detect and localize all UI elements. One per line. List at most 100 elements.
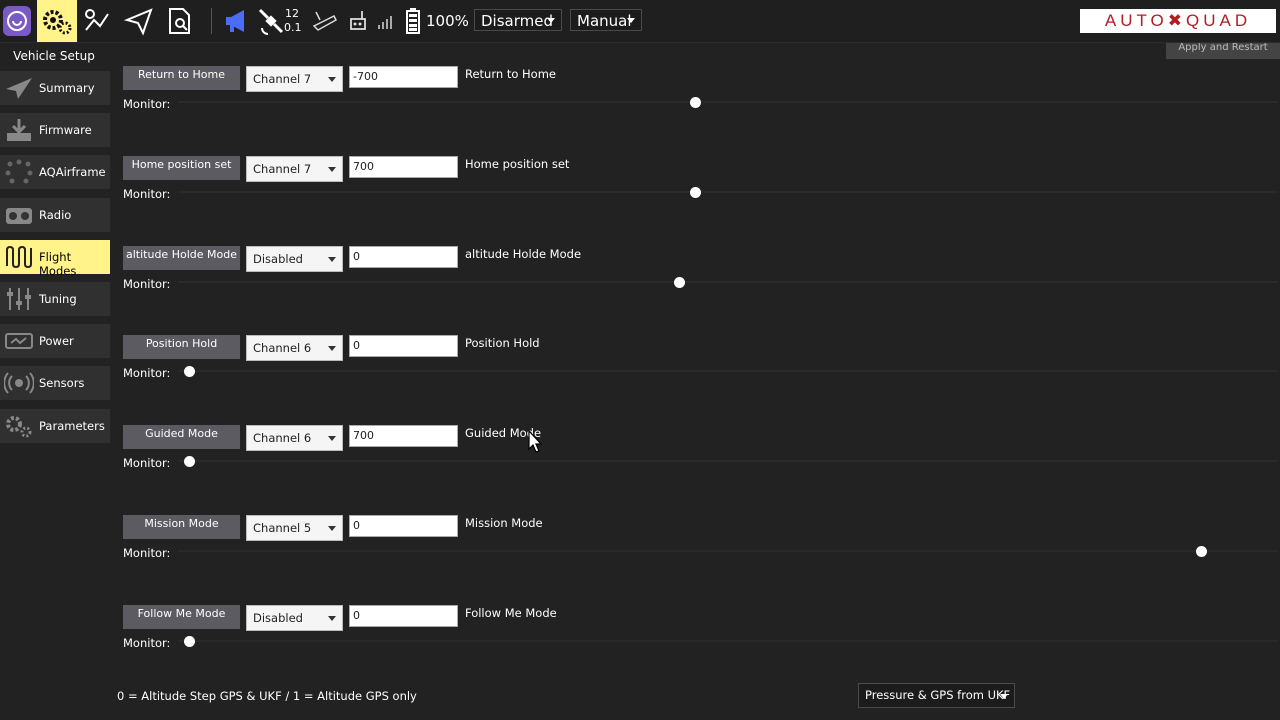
mode-description: Home position set (465, 156, 570, 171)
arm-state-label: Disarmed (481, 12, 553, 30)
channel-dropdown-altitude-holde-mode[interactable]: Disabled (246, 245, 343, 272)
radio-icon (4, 202, 34, 228)
power-icon (4, 328, 34, 354)
value-input-return-to-home[interactable]: -700 (349, 66, 458, 88)
monitor-track-altitude-holde-mode (178, 280, 1278, 283)
channel-dropdown-home-position-set[interactable]: Channel 7 (246, 155, 343, 182)
megaphone-icon[interactable] (222, 6, 252, 36)
monitor-label: Monitor: (123, 635, 171, 650)
value-input-mission-mode[interactable]: 0 (349, 515, 458, 537)
channel-dropdown-label: Channel 7 (253, 161, 312, 176)
channel-dropdown-label: Channel 5 (253, 521, 312, 535)
chevron-down-icon (547, 18, 555, 23)
channel-dropdown-position-hold[interactable]: Channel 6 (246, 335, 343, 362)
channel-dropdown-label: Channel 6 (253, 431, 312, 446)
value-input-home-position-set[interactable]: 700 (349, 155, 458, 178)
monitor-knob-home-position-set (690, 186, 701, 198)
value-input-guided-mode[interactable]: 700 (349, 425, 458, 448)
monitor-knob-position-hold (184, 366, 195, 378)
value-input-altitude-holde-mode[interactable]: 0 (349, 245, 458, 268)
monitor-knob-guided-mode (184, 456, 195, 468)
monitor-label: Monitor: (123, 276, 171, 291)
sidebar-item-aqairframe[interactable]: AQAirframe (0, 155, 110, 190)
mode-description: Mission Mode (465, 516, 543, 530)
mode-button-position-hold[interactable]: Position Hold (123, 335, 240, 360)
paper-plane-icon (4, 75, 34, 101)
chevron-down-icon (328, 77, 336, 82)
monitor-label: Monitor: (123, 366, 171, 381)
monitor-knob-return-to-home (690, 97, 701, 108)
mode-button-altitude-holde-mode[interactable]: altitude Holde Mode (123, 245, 240, 270)
sidebar-item-power[interactable]: Power (0, 324, 110, 359)
arm-state-dropdown[interactable]: Disarmed (474, 9, 562, 31)
satellite-icon[interactable] (256, 6, 286, 36)
mode-button-return-to-home[interactable]: Return to Home (123, 66, 240, 90)
mode-button-mission-mode[interactable]: Mission Mode (123, 515, 240, 539)
battery-percent: 100% (426, 12, 469, 30)
toolbar-separator (211, 8, 212, 34)
signal-bars-icon[interactable] (372, 6, 402, 36)
sidebar-item-flight-modes[interactable]: Flight Modes (0, 239, 110, 278)
sidebar-item-label: Firmware (39, 123, 92, 138)
sidebar-item-label: Power (39, 334, 74, 349)
channel-dropdown-label: Channel 7 (253, 72, 312, 86)
gears-icon (4, 413, 34, 439)
sidebar-title: Vehicle Setup (13, 49, 95, 63)
gear-icon[interactable] (37, 0, 77, 42)
value-input-position-hold[interactable]: 0 (349, 335, 458, 358)
monitor-track-home-position-set (178, 190, 1278, 193)
sidebar: Vehicle Setup Summary Firmware AQAirframe R… (0, 43, 112, 720)
monitor-track-position-hold (178, 370, 1278, 373)
mode-button-guided-mode[interactable]: Guided Mode (123, 425, 240, 450)
brand-logo: AUTO✖QUAD (1080, 9, 1276, 33)
monitor-knob-follow-me-mode (184, 635, 195, 647)
sliders-icon (4, 286, 34, 312)
top-toolbar: 12 0.1 100% Disarmed Manual AUTO✖QUAD (0, 0, 1280, 43)
sidebar-item-sensors[interactable]: Sensors (0, 366, 110, 401)
airframe-icon (4, 159, 34, 185)
plan-icon[interactable] (82, 6, 112, 36)
channel-dropdown-guided-mode[interactable]: Channel 6 (246, 425, 343, 452)
chevron-down-icon (627, 18, 635, 23)
sidebar-item-summary[interactable]: Summary (0, 71, 110, 105)
channel-dropdown-mission-mode[interactable]: Channel 5 (246, 515, 343, 541)
altitude-source-label: Pressure & GPS from UKF (865, 688, 1011, 702)
sidebar-item-label: Flight Modes (39, 249, 77, 278)
battery-icon[interactable] (402, 6, 424, 36)
flight-mode-dropdown[interactable]: Manual (570, 9, 642, 31)
sidebar-item-parameters[interactable]: Parameters (0, 408, 110, 443)
monitor-label: Monitor: (123, 97, 171, 111)
sensors-icon (3, 370, 35, 396)
send-icon[interactable] (123, 6, 154, 36)
monitor-track-follow-me-mode (178, 639, 1278, 642)
app-logo-icon[interactable] (2, 4, 32, 38)
sidebar-item-firmware[interactable]: Firmware (0, 113, 110, 148)
rc-signal-icon[interactable] (310, 6, 340, 36)
gps-satellite-count: 12 (285, 7, 299, 20)
waveform-icon (4, 244, 34, 270)
sidebar-item-label: AQAirframe (39, 165, 106, 180)
sidebar-item-label: Radio (39, 207, 72, 222)
channel-dropdown-label: Channel 6 (253, 341, 312, 356)
channel-dropdown-follow-me-mode[interactable]: Disabled (246, 604, 343, 631)
analyze-icon[interactable] (165, 6, 195, 36)
altitude-source-dropdown[interactable]: Pressure & GPS from UKF (858, 683, 1015, 708)
flight-mode-label: Manual (577, 12, 632, 30)
monitor-label: Monitor: (123, 186, 171, 201)
mode-description: altitude Holde Mode (465, 246, 582, 261)
mode-button-home-position-set[interactable]: Home position set (123, 155, 240, 180)
channel-dropdown-return-to-home[interactable]: Channel 7 (246, 66, 343, 92)
telemetry-icon[interactable] (344, 6, 374, 36)
monitor-knob-mission-mode (1196, 546, 1207, 557)
apply-restart-button[interactable]: Apply and Restart (1166, 43, 1280, 59)
chevron-down-icon (328, 526, 336, 531)
mode-button-follow-me-mode[interactable]: Follow Me Mode (123, 604, 240, 629)
altitude-source-note: 0 = Altitude Step GPS & UKF / 1 = Altitu… (117, 689, 417, 703)
value-input-follow-me-mode[interactable]: 0 (349, 604, 458, 627)
chevron-down-icon (328, 166, 336, 172)
sidebar-item-radio[interactable]: Radio (0, 197, 110, 232)
sidebar-item-tuning[interactable]: Tuning (0, 282, 110, 316)
channel-dropdown-label: Disabled (253, 251, 303, 266)
download-icon (4, 117, 34, 143)
mode-description: Follow Me Mode (465, 605, 557, 620)
